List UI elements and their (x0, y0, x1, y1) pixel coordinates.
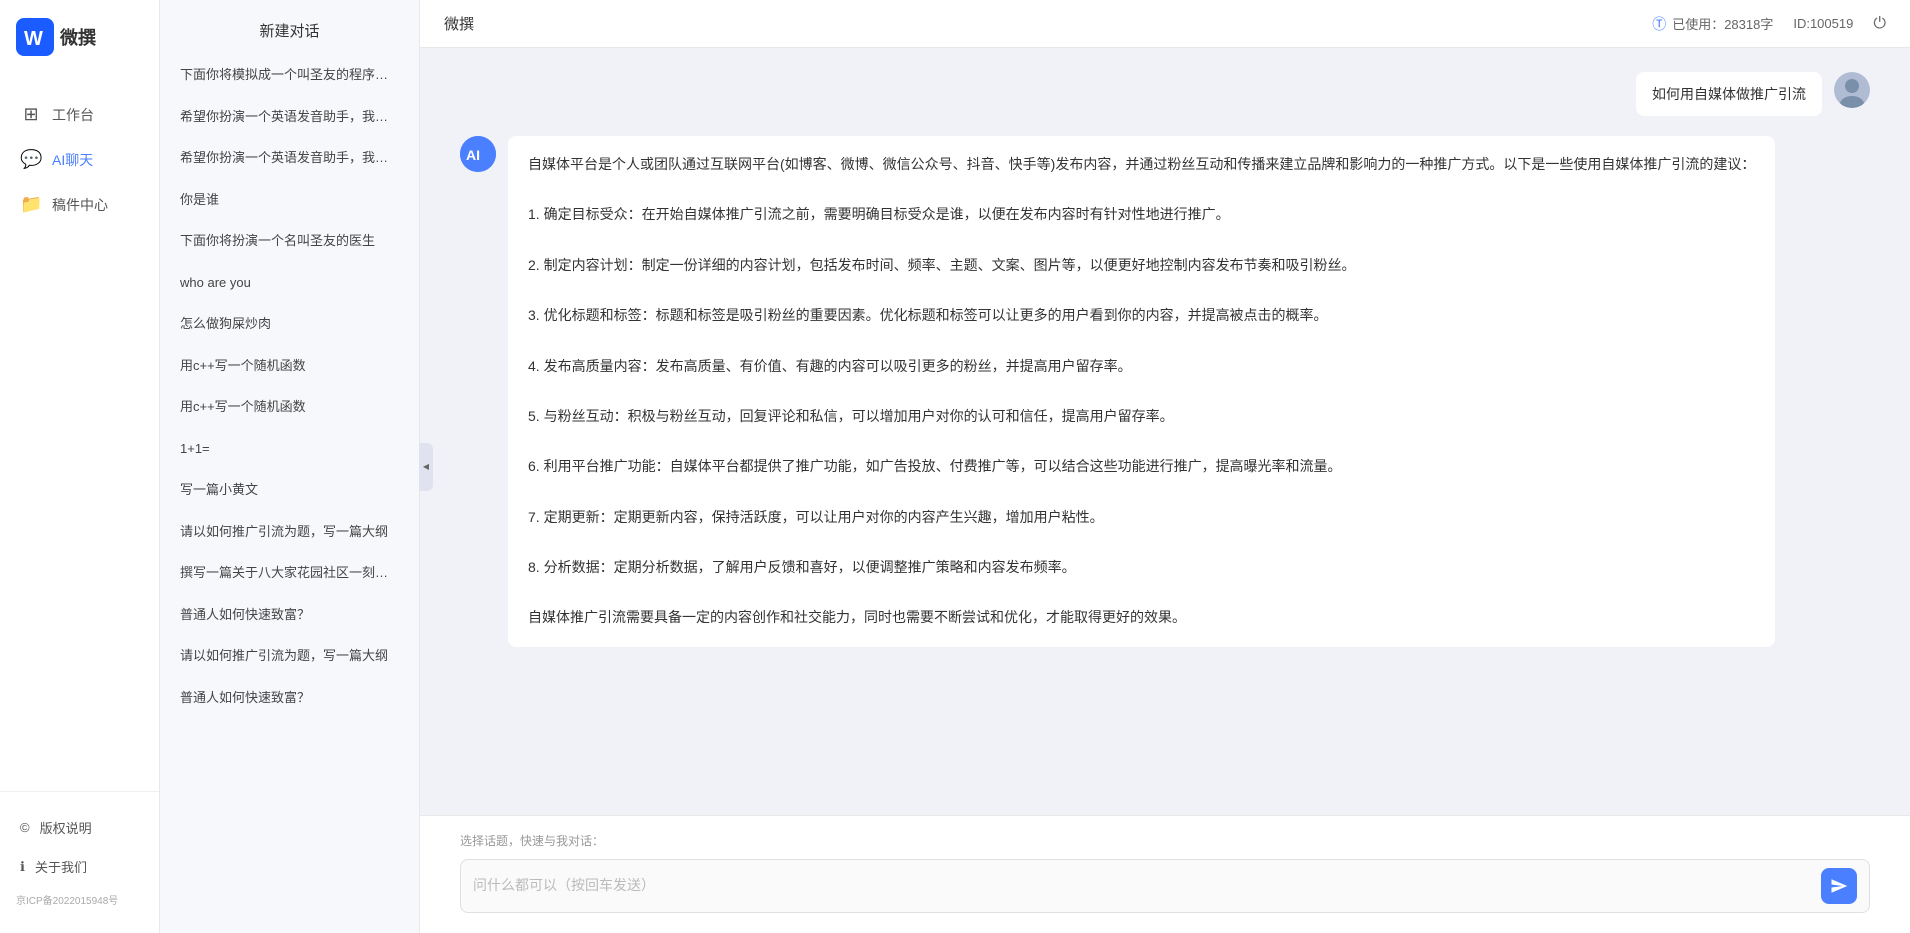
left-sidebar: W 微撰 ⊞ 工作台 💬 AI聊天 📁 稿件中心 © 版权说明 ℹ 关于我们 京… (0, 0, 160, 933)
input-area: 选择话题，快速与我对话： (420, 815, 1910, 933)
ai-message: AI 自媒体平台是个人或团队通过互联网平台(如博客、微博、微信公众号、抖音、快手… (460, 136, 1870, 647)
topbar-right: Ⓣ 已使用：28318字 ID:100519 ⏻ (1652, 14, 1886, 34)
svg-text:AI: AI (466, 147, 480, 163)
bottom-nav: © 版权说明 ℹ 关于我们 京ICP备2022015948号 (0, 791, 159, 933)
user-avatar (1834, 72, 1870, 108)
icp-text: 京ICP备2022015948号 (0, 886, 159, 917)
ai-avatar: AI (460, 136, 496, 172)
sidebar-label-mailbox: 稿件中心 (52, 195, 108, 215)
copyright-icon: © (20, 820, 30, 835)
ai-paragraph-2: 2. 制定内容计划：制定一份详细的内容计划，包括发布时间、频率、主题、文案、图片… (528, 253, 1755, 278)
chat-content: 如何用自媒体做推广引流 AI 自媒体平台是个人或团队通过互联网平台(如博客、微博… (420, 48, 1910, 815)
list-item[interactable]: 请以如何推广引流为题，写一篇大纲 (168, 512, 411, 552)
conversation-list: 下面你将模拟成一个叫圣友的程序员，我说...希望你扮演一个英语发音助手，我提供给… (160, 55, 419, 933)
ai-paragraph-6: 6. 利用平台推广功能：自媒体平台都提供了推广功能，如广告投放、付费推广等，可以… (528, 454, 1755, 479)
nav-item-copyright[interactable]: © 版权说明 (0, 808, 159, 847)
list-item[interactable]: 你是谁 (168, 180, 411, 220)
copyright-label: 版权说明 (40, 818, 92, 837)
ai-paragraph-7: 7. 定期更新：定期更新内容，保持活跃度，可以让用户对你的内容产生兴趣，增加用户… (528, 505, 1755, 530)
user-message-text: 如何用自媒体做推广引流 (1652, 86, 1806, 102)
sidebar-item-mailbox[interactable]: 📁 稿件中心 (0, 184, 159, 225)
logo-area: W 微撰 (0, 0, 159, 74)
list-item[interactable]: 用c++写一个随机函数 (168, 346, 411, 386)
list-item[interactable]: 撰写一篇关于八大家花园社区一刻钟便民生... (168, 553, 411, 593)
ai-paragraph-0: 自媒体平台是个人或团队通过互联网平台(如博客、微博、微信公众号、抖音、快手等)发… (528, 152, 1755, 177)
sidebar-item-workbench[interactable]: ⊞ 工作台 (0, 94, 159, 135)
logo-icon: W (16, 18, 54, 56)
middle-panel: 新建对话 下面你将模拟成一个叫圣友的程序员，我说...希望你扮演一个英语发音助手… (160, 0, 420, 933)
list-item[interactable]: 请以如何推广引流为题，写一篇大纲 (168, 636, 411, 676)
usage-text: 已使用：28318字 (1672, 14, 1773, 33)
send-button[interactable] (1821, 868, 1857, 904)
ai-paragraph-9: 自媒体推广引流需要具备一定的内容创作和社交能力，同时也需要不断尝试和优化，才能取… (528, 605, 1755, 630)
ai-bubble: 自媒体平台是个人或团队通过互联网平台(如博客、微博、微信公众号、抖音、快手等)发… (508, 136, 1775, 647)
new-conversation-button[interactable]: 新建对话 (160, 0, 419, 55)
usage-icon: Ⓣ (1652, 14, 1666, 34)
list-item[interactable]: 写一篇小黄文 (168, 470, 411, 510)
list-item[interactable]: 希望你扮演一个英语发音助手，我提供给你... (168, 97, 411, 137)
list-item[interactable]: who are you (168, 263, 411, 303)
chat-input[interactable] (473, 872, 1813, 900)
workbench-icon: ⊞ (20, 104, 42, 125)
list-item[interactable]: 普通人如何快速致富？ (168, 595, 411, 635)
mailbox-icon: 📁 (20, 194, 42, 215)
topbar-title: 微撰 (444, 13, 474, 34)
list-item[interactable]: 下面你将扮演一个名叫圣友的医生 (168, 221, 411, 261)
ai-paragraph-5: 5. 与粉丝互动：积极与粉丝互动，回复评论和私信，可以增加用户对你的认可和信任，… (528, 404, 1755, 429)
about-label: 关于我们 (35, 857, 87, 876)
user-message: 如何用自媒体做推广引流 (460, 72, 1870, 116)
collapse-sidebar-button[interactable] (419, 443, 433, 491)
user-id: ID:100519 (1793, 16, 1853, 31)
aichat-icon: 💬 (20, 149, 42, 170)
svg-text:W: W (24, 28, 43, 50)
input-box-wrap (460, 859, 1870, 913)
about-icon: ℹ (20, 859, 25, 875)
list-item[interactable]: 普通人如何快速致富？ (168, 678, 411, 718)
quick-topics-label: 选择话题，快速与我对话： (460, 832, 1870, 849)
usage-info: Ⓣ 已使用：28318字 (1652, 14, 1773, 34)
app-title: 微撰 (60, 24, 96, 50)
sidebar-label-workbench: 工作台 (52, 105, 94, 125)
nav-item-about[interactable]: ℹ 关于我们 (0, 847, 159, 886)
nav-items: ⊞ 工作台 💬 AI聊天 📁 稿件中心 (0, 74, 159, 791)
user-bubble: 如何用自媒体做推广引流 (1636, 72, 1822, 116)
list-item[interactable]: 希望你扮演一个英语发音助手，我提供给你... (168, 138, 411, 178)
ai-paragraph-1: 1. 确定目标受众：在开始自媒体推广引流之前，需要明确目标受众是谁，以便在发布内… (528, 202, 1755, 227)
ai-paragraph-4: 4. 发布高质量内容：发布高质量、有价值、有趣的内容可以吸引更多的粉丝，并提高用… (528, 354, 1755, 379)
sidebar-item-aichat[interactable]: 💬 AI聊天 (0, 139, 159, 180)
main-area: 微撰 Ⓣ 已使用：28318字 ID:100519 ⏻ 如何用自媒体做推广引流 (420, 0, 1910, 933)
send-icon (1830, 877, 1848, 895)
sidebar-label-aichat: AI聊天 (52, 150, 93, 170)
list-item[interactable]: 1+1= (168, 429, 411, 469)
list-item[interactable]: 怎么做狗屎炒肉 (168, 304, 411, 344)
ai-paragraph-3: 3. 优化标题和标签：标题和标签是吸引粉丝的重要因素。优化标题和标签可以让更多的… (528, 303, 1755, 328)
list-item[interactable]: 下面你将模拟成一个叫圣友的程序员，我说... (168, 55, 411, 95)
list-item[interactable]: 用c++写一个随机函数 (168, 387, 411, 427)
logout-button[interactable]: ⏻ (1873, 15, 1886, 33)
ai-paragraph-8: 8. 分析数据：定期分析数据，了解用户反馈和喜好，以便调整推广策略和内容发布频率… (528, 555, 1755, 580)
top-bar: 微撰 Ⓣ 已使用：28318字 ID:100519 ⏻ (420, 0, 1910, 48)
